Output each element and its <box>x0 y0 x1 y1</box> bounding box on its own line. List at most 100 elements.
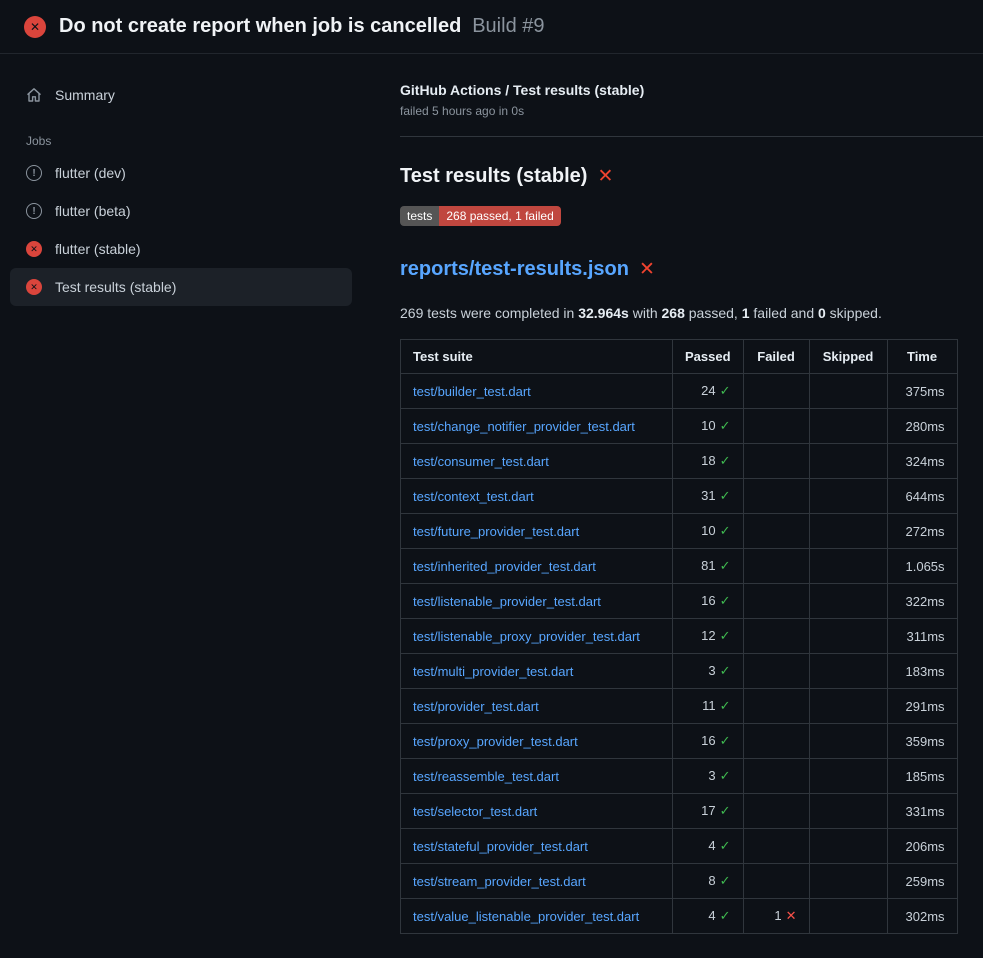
job-label: flutter (dev) <box>55 165 126 181</box>
table-row: test/stream_provider_test.dart 8✓ 259ms <box>401 864 958 899</box>
suite-link[interactable]: test/stateful_provider_test.dart <box>413 839 588 854</box>
job-label: Test results (stable) <box>55 279 176 295</box>
page-header: ✕ Do not create report when job is cance… <box>0 0 983 54</box>
sidebar-summary-label: Summary <box>55 87 115 103</box>
skipped-cell <box>809 479 887 514</box>
suite-link[interactable]: test/value_listenable_provider_test.dart <box>413 909 639 924</box>
table-row: test/listenable_provider_test.dart 16✓ 3… <box>401 584 958 619</box>
x-icon: ✕ <box>786 908 797 923</box>
skipped-cell <box>809 584 887 619</box>
table-row: test/selector_test.dart 17✓ 331ms <box>401 794 958 829</box>
passed-cell: 17✓ <box>673 794 744 829</box>
build-number: Build #9 <box>472 15 544 37</box>
suite-link[interactable]: test/consumer_test.dart <box>413 454 549 469</box>
sidebar-job-item[interactable]: ! flutter (beta) <box>10 192 352 230</box>
check-icon: ✓ <box>720 733 731 748</box>
skipped-cell <box>809 689 887 724</box>
sidebar-job-item[interactable]: ✕ Test results (stable) <box>10 268 352 306</box>
alert-circle-icon: ! <box>26 165 42 181</box>
sidebar-item-summary[interactable]: Summary <box>10 76 352 114</box>
time-cell: 322ms <box>887 584 957 619</box>
failed-cell <box>743 409 809 444</box>
suite-link[interactable]: test/context_test.dart <box>413 489 534 504</box>
summary-prefix: 269 tests were completed in <box>400 305 578 321</box>
time-cell: 375ms <box>887 374 957 409</box>
jobs-list: ! flutter (dev) ! flutter (beta) ✕ flutt… <box>10 154 352 306</box>
passed-cell: 10✓ <box>673 514 744 549</box>
time-cell: 272ms <box>887 514 957 549</box>
table-row: test/consumer_test.dart 18✓ 324ms <box>401 444 958 479</box>
check-title: Test results (stable) <box>400 165 587 188</box>
summary-duration: 32.964s <box>578 305 629 321</box>
passed-cell: 3✓ <box>673 759 744 794</box>
table-row: test/stateful_provider_test.dart 4✓ 206m… <box>401 829 958 864</box>
suite-link[interactable]: test/multi_provider_test.dart <box>413 664 573 679</box>
suite-link[interactable]: test/selector_test.dart <box>413 804 537 819</box>
time-cell: 311ms <box>887 619 957 654</box>
suite-link[interactable]: test/change_notifier_provider_test.dart <box>413 419 635 434</box>
failed-cell <box>743 549 809 584</box>
jobs-heading: Jobs <box>10 114 352 154</box>
passed-cell: 4✓ <box>673 829 744 864</box>
time-cell: 302ms <box>887 899 957 934</box>
failed-cell <box>743 829 809 864</box>
check-icon: ✓ <box>720 628 731 643</box>
sidebar-job-item[interactable]: ! flutter (dev) <box>10 154 352 192</box>
suite-link[interactable]: test/listenable_proxy_provider_test.dart <box>413 629 640 644</box>
failed-cell <box>743 654 809 689</box>
suite-link[interactable]: test/reassemble_test.dart <box>413 769 559 784</box>
col-header-passed: Passed <box>673 340 744 374</box>
badge-label: tests <box>400 206 439 226</box>
skipped-cell <box>809 759 887 794</box>
suite-link[interactable]: test/listenable_provider_test.dart <box>413 594 601 609</box>
suite-link[interactable]: test/stream_provider_test.dart <box>413 874 586 889</box>
skipped-cell <box>809 864 887 899</box>
sidebar-job-item[interactable]: ✕ flutter (stable) <box>10 230 352 268</box>
failed-x-icon: ✕ <box>597 167 613 186</box>
check-icon: ✓ <box>720 558 731 573</box>
failed-cell <box>743 619 809 654</box>
passed-cell: 16✓ <box>673 584 744 619</box>
table-header-row: Test suite Passed Failed Skipped Time <box>401 340 958 374</box>
skipped-cell <box>809 899 887 934</box>
passed-cell: 10✓ <box>673 409 744 444</box>
x-circle-icon: ✕ <box>24 16 46 38</box>
suite-link[interactable]: test/future_provider_test.dart <box>413 524 579 539</box>
time-cell: 206ms <box>887 829 957 864</box>
suite-link[interactable]: test/inherited_provider_test.dart <box>413 559 596 574</box>
time-cell: 324ms <box>887 444 957 479</box>
skipped-cell <box>809 549 887 584</box>
suite-link[interactable]: test/builder_test.dart <box>413 384 531 399</box>
failed-cell <box>743 374 809 409</box>
x-circle-icon: ✕ <box>26 241 42 257</box>
time-cell: 280ms <box>887 409 957 444</box>
table-row: test/listenable_proxy_provider_test.dart… <box>401 619 958 654</box>
report-file-link[interactable]: reports/test-results.json <box>400 258 629 281</box>
table-row: test/builder_test.dart 24✓ 375ms <box>401 374 958 409</box>
table-row: test/reassemble_test.dart 3✓ 185ms <box>401 759 958 794</box>
skipped-cell <box>809 444 887 479</box>
col-header-time: Time <box>887 340 957 374</box>
table-row: test/inherited_provider_test.dart 81✓ 1.… <box>401 549 958 584</box>
skipped-cell <box>809 514 887 549</box>
divider <box>400 136 983 137</box>
check-icon: ✓ <box>720 663 731 678</box>
check-icon: ✓ <box>720 803 731 818</box>
job-label: flutter (stable) <box>55 241 141 257</box>
summary-skipped-count: 0 <box>818 305 826 321</box>
badge-value: 268 passed, 1 failed <box>439 206 560 226</box>
summary-passed-count: 268 <box>662 305 685 321</box>
time-cell: 259ms <box>887 864 957 899</box>
results-table-body: test/builder_test.dart 24✓ 375ms test/ch… <box>401 374 958 934</box>
suite-link[interactable]: test/proxy_provider_test.dart <box>413 734 578 749</box>
time-cell: 331ms <box>887 794 957 829</box>
passed-cell: 24✓ <box>673 374 744 409</box>
col-header-skipped: Skipped <box>809 340 887 374</box>
check-icon: ✓ <box>720 523 731 538</box>
suite-link[interactable]: test/provider_test.dart <box>413 699 539 714</box>
col-header-failed: Failed <box>743 340 809 374</box>
time-cell: 291ms <box>887 689 957 724</box>
tests-status-badge: tests 268 passed, 1 failed <box>400 206 561 226</box>
skipped-cell <box>809 829 887 864</box>
table-row: test/value_listenable_provider_test.dart… <box>401 899 958 934</box>
